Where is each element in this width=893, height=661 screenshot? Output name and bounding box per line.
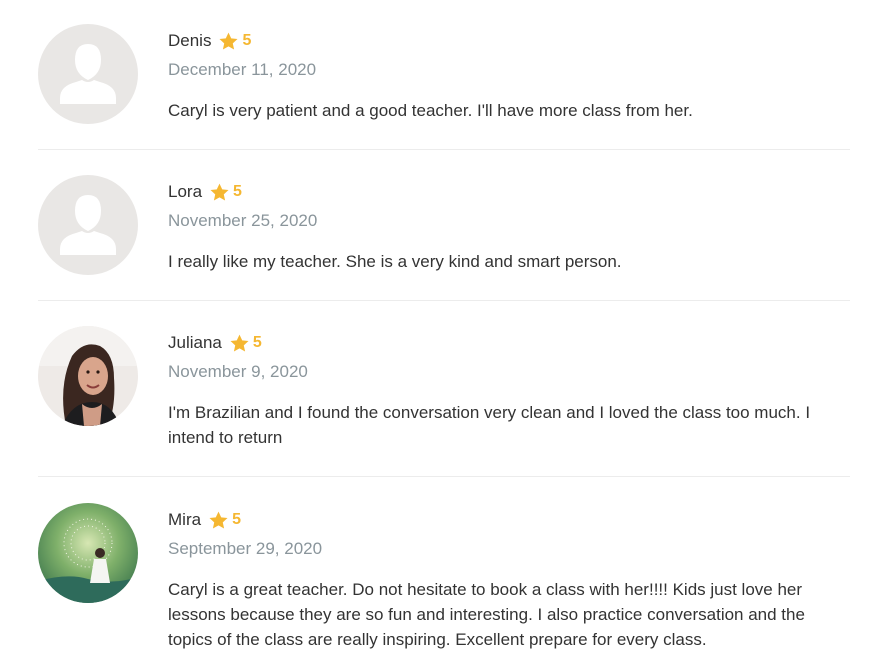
review-header: Denis 5 xyxy=(168,27,850,55)
review-item: Denis 5 December 11, 2020 Caryl is very … xyxy=(38,24,850,150)
review-text: Caryl is very patient and a good teacher… xyxy=(168,101,693,120)
avatar xyxy=(38,326,138,426)
review-body: Mira 5 September 29, 2020 Caryl is a gre… xyxy=(168,503,850,652)
review-text: Caryl is a great teacher. Do not hesitat… xyxy=(168,580,805,649)
review-date: November 9, 2020 xyxy=(168,362,308,381)
avatar xyxy=(38,24,138,124)
default-user-icon xyxy=(38,24,138,124)
review-text: I'm Brazilian and I found the conversati… xyxy=(168,403,811,447)
star-icon xyxy=(218,31,239,52)
review-date: November 25, 2020 xyxy=(168,211,318,230)
user-photo-icon xyxy=(38,326,138,426)
review-header: Mira 5 xyxy=(168,506,850,534)
review-body: Lora 5 November 25, 2020 I really like m… xyxy=(168,175,850,274)
review-header: Juliana 5 xyxy=(168,329,850,357)
star-icon xyxy=(209,182,230,203)
rating-value: 5 xyxy=(232,511,241,528)
review-date: September 29, 2020 xyxy=(168,539,323,558)
reviewer-name: Juliana xyxy=(168,333,222,352)
review-body: Denis 5 December 11, 2020 Caryl is very … xyxy=(168,24,850,123)
rating-value: 5 xyxy=(233,183,242,200)
review-item: Mira 5 September 29, 2020 Caryl is a gre… xyxy=(38,503,850,661)
reviews-list: Denis 5 December 11, 2020 Caryl is very … xyxy=(0,0,893,661)
rating-value: 5 xyxy=(242,32,252,49)
avatar xyxy=(38,175,138,275)
reviewer-name: Denis xyxy=(168,31,212,50)
review-text: I really like my teacher. She is a very … xyxy=(168,252,622,271)
rating-value: 5 xyxy=(252,334,262,351)
review-date: December 11, 2020 xyxy=(168,60,317,79)
review-item: Juliana 5 November 9, 2020 I'm Brazilian… xyxy=(38,326,850,477)
review-header: Lora 5 xyxy=(168,178,850,206)
reviewer-name: Mira xyxy=(168,510,202,529)
reviewer-name: Lora xyxy=(168,182,203,201)
painting-avatar-icon xyxy=(38,503,138,603)
star-icon xyxy=(208,510,229,531)
default-user-icon xyxy=(38,175,138,275)
review-body: Juliana 5 November 9, 2020 I'm Brazilian… xyxy=(168,326,850,450)
avatar xyxy=(38,503,138,603)
star-icon xyxy=(229,333,250,354)
review-item: Lora 5 November 25, 2020 I really like m… xyxy=(38,175,850,301)
